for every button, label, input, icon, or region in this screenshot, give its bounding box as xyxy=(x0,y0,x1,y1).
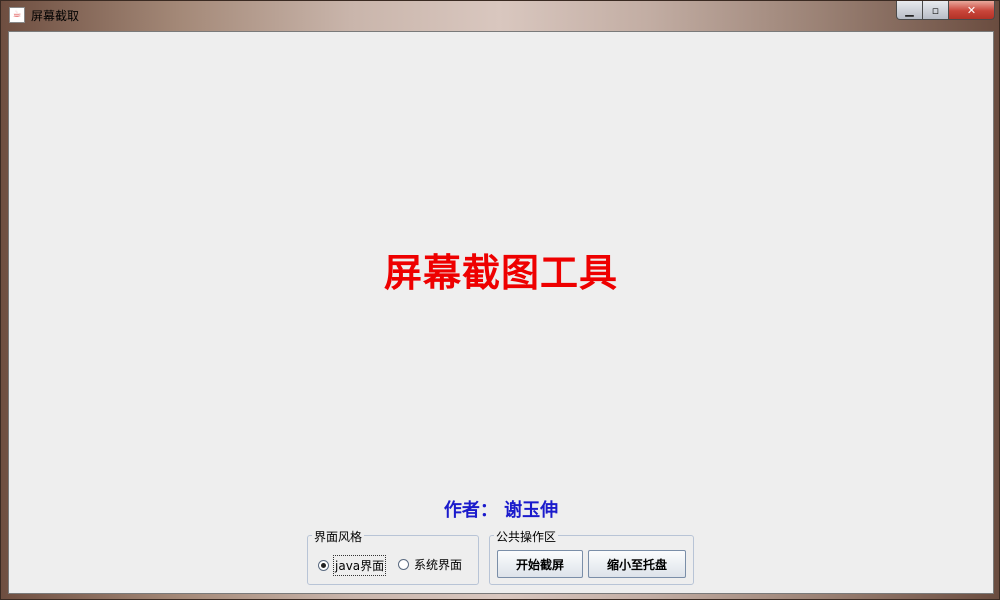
ops-group-title: 公共操作区 xyxy=(494,528,559,545)
minimize-to-tray-button[interactable]: 缩小至托盘 xyxy=(588,550,686,578)
radio-java-look[interactable]: java界面 xyxy=(318,555,387,576)
app-heading: 屏幕截图工具 xyxy=(383,250,618,295)
java-app-icon[interactable]: ☕ xyxy=(9,7,25,23)
start-capture-button[interactable]: 开始截屏 xyxy=(497,550,583,578)
radio-button-unchecked-icon[interactable] xyxy=(398,559,409,570)
maximize-button[interactable]: ▫ xyxy=(923,1,949,20)
window-title: 屏幕截取 xyxy=(31,9,80,23)
maximize-icon: ▫ xyxy=(931,3,940,17)
close-icon: ✕ xyxy=(966,3,977,17)
minimize-button[interactable]: ▁ xyxy=(896,1,923,20)
main-panel: 屏幕截图工具 作者： 谢玉伸 界面风格 java界面 系统界面 公共操作区 开始… xyxy=(8,31,994,594)
style-group-title: 界面风格 xyxy=(312,528,365,545)
radio-system-look[interactable]: 系统界面 xyxy=(398,555,463,574)
author-label: 作者： 谢玉伸 xyxy=(443,500,559,521)
ops-group: 公共操作区 开始截屏 缩小至托盘 xyxy=(489,528,694,585)
radio-system-label[interactable]: 系统界面 xyxy=(413,555,463,574)
radio-java-label[interactable]: java界面 xyxy=(333,555,387,576)
title-bar[interactable]: ☕ 屏幕截取 ▁ ▫ ✕ xyxy=(1,1,1000,29)
close-button[interactable]: ✕ xyxy=(949,1,995,20)
style-group: 界面风格 java界面 系统界面 xyxy=(307,528,479,585)
radio-button-checked-icon[interactable] xyxy=(318,560,329,571)
minimize-icon: ▁ xyxy=(905,3,914,17)
app-window: ☕ 屏幕截取 ▁ ▫ ✕ 屏幕截图工具 作者： 谢玉伸 界面风格 java界面 xyxy=(0,0,1000,600)
caption-buttons: ▁ ▫ ✕ xyxy=(896,1,995,21)
